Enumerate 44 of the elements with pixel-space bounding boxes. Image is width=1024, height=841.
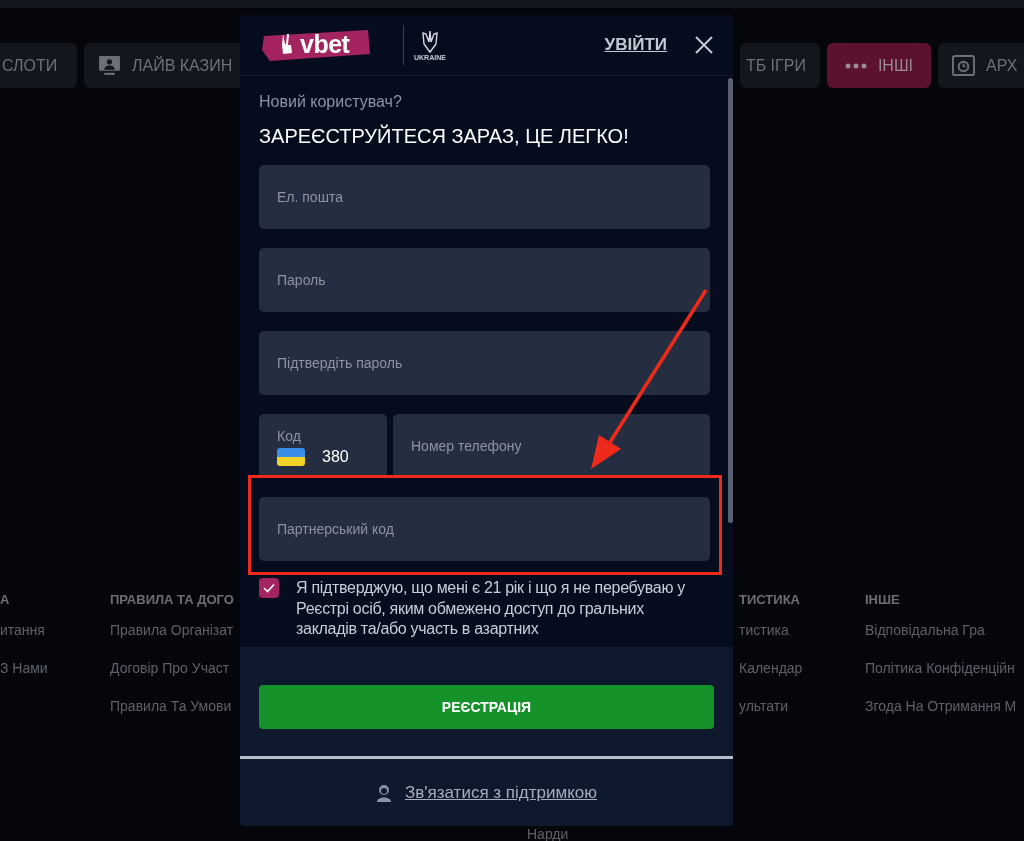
clock-icon [952,55,975,76]
checkbox[interactable] [259,578,279,598]
input-field[interactable]: Пароль [259,248,710,312]
nav-tab[interactable]: СЛОТИ [0,43,77,88]
footer-link[interactable]: Відповідальна Гра [865,622,985,660]
form-title: ЗАРЕЄСТРУЙТЕСЯ ЗАРАЗ, ЦЕ ЛЕГКО! [259,125,630,148]
footer-link[interactable]: Нарди [527,826,569,841]
flag-icon [277,448,305,466]
close-icon[interactable] [695,36,713,54]
footer-link[interactable]: Календар [739,660,803,698]
footer-heading: А [0,592,10,609]
support-link[interactable]: Зв'язатися з підтримкою [405,783,597,803]
consent-text: Я підтверджую, що мені є 21 рік і що я не перебуваю у Реєстрі осіб, яким обмежено доступ до гральних закладів та/або участь в азартних [296,578,686,639]
input-field[interactable]: Підтвердіть пароль [259,331,710,395]
logo: vbet [260,28,372,62]
trident-icon [419,29,440,54]
monitor-icon [98,55,121,76]
footer-link[interactable]: Згода На Отримання М [865,698,1017,736]
footer-heading: ІНШЕ [865,592,900,609]
scrollbar[interactable] [728,78,733,523]
footer-heading: ПРАВИЛА ТА ДОГО [110,592,234,609]
more-icon [844,62,867,69]
footer-link[interactable]: Правила Організат [110,622,234,660]
support-agent-icon [376,784,392,802]
footer-link[interactable]: Політика Конфіденційн [865,660,1015,698]
nav-tab[interactable]: ТБ ІГРИ [739,43,820,88]
footer-link[interactable]: ультати [739,698,789,736]
nav-tab[interactable]: ІНШІ [826,43,931,88]
footer-heading: ТИСТИКА [739,592,800,609]
footer-link[interactable]: Договір Про Участ [110,660,230,698]
register-button[interactable]: РЕЄСТРАЦІЯ [259,685,714,729]
login-link[interactable]: УВІЙТИ [604,35,667,55]
subtitle: Новий користувач? [259,93,403,111]
footer-link[interactable]: итання [0,622,45,660]
input-field[interactable]: Партнерський код [259,497,710,561]
victory-hand-icon [280,33,294,55]
footer-link[interactable]: тистика [739,622,789,660]
nav-tab[interactable]: АРХ [938,43,1024,88]
input-field[interactable]: Ел. пошта [259,165,710,229]
check-icon [263,583,275,593]
input-field[interactable]: Номер телефону [393,414,710,478]
country-code-field[interactable]: Код 380 [259,414,387,478]
footer-link[interactable]: З Нами [0,660,48,698]
footer-link[interactable]: Правила Та Умови [110,698,232,736]
